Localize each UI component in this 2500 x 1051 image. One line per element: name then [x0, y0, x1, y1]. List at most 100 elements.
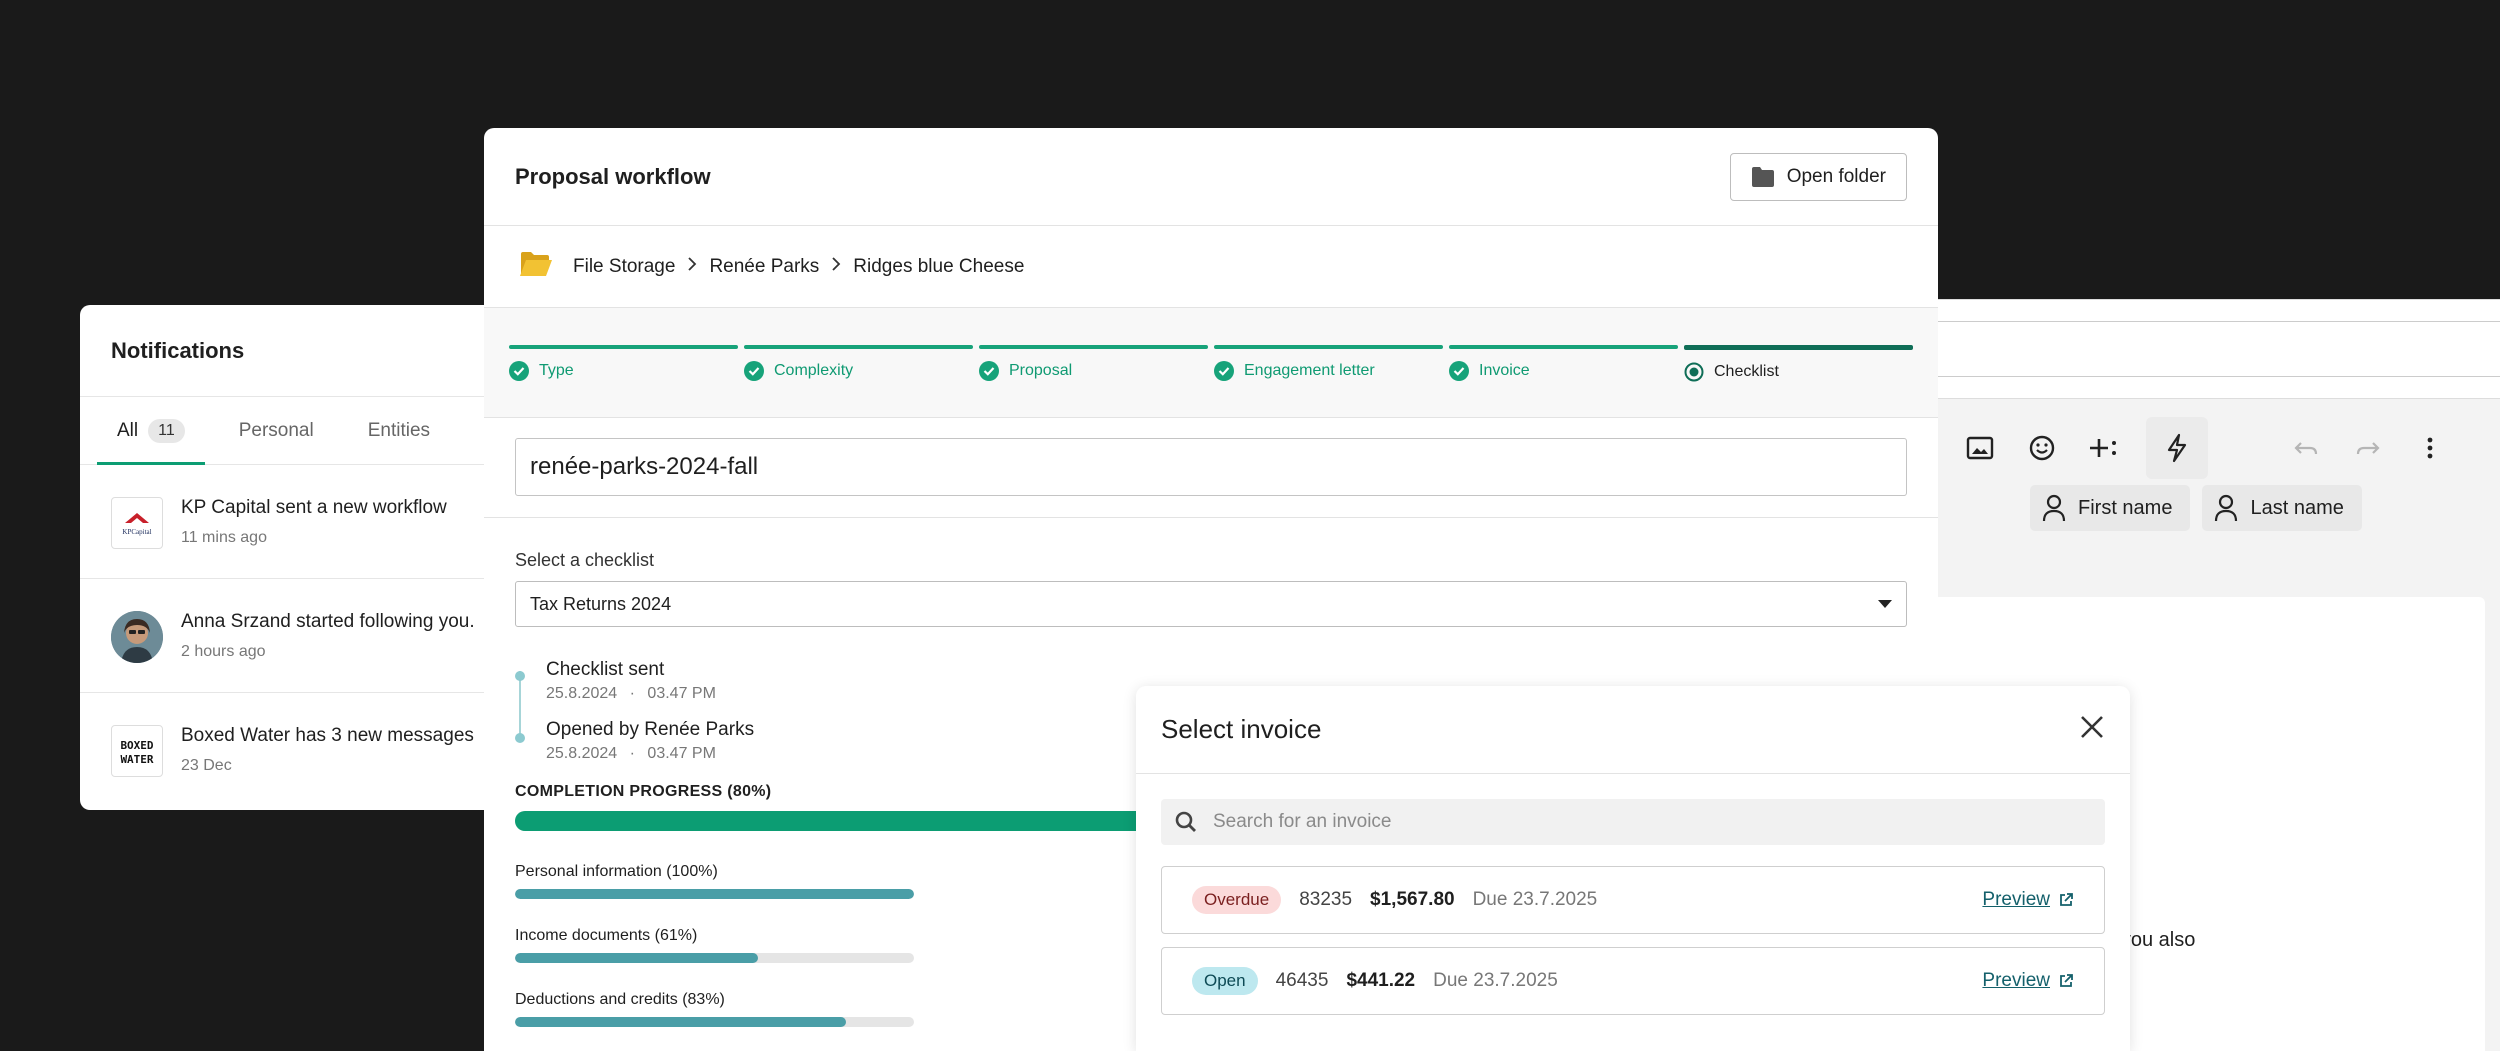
checklist-select-value: Tax Returns 2024: [530, 593, 672, 614]
notification-item[interactable]: BOXED WATER Boxed Water has 3 new messag…: [80, 693, 520, 807]
step-label: Checklist: [1714, 363, 1779, 380]
invoice-due-date: Due 23.7.2025: [1472, 889, 1598, 910]
kp-logo-text: KPCapital: [122, 528, 151, 536]
chevron-right-icon: [831, 256, 841, 278]
notification-item[interactable]: Anna Srzand started following you. 2 hou…: [80, 579, 520, 693]
workflow-step[interactable]: Complexity: [744, 345, 973, 417]
step-label-row: Engagement letter: [1214, 361, 1443, 381]
notification-title: Anna Srzand started following you.: [181, 611, 475, 632]
person-icon: [2215, 494, 2238, 522]
status-badge: Overdue: [1192, 886, 1282, 914]
section-progress-bar: [515, 953, 914, 963]
invoice-amount: $441.22: [1346, 970, 1416, 991]
breadcrumb-item[interactable]: File Storage: [573, 256, 675, 278]
workflow-step[interactable]: Type: [509, 345, 738, 417]
tab-entities[interactable]: Entities: [368, 397, 430, 464]
section-progress-bar: [515, 889, 914, 899]
insert-field-icon[interactable]: [2084, 428, 2124, 468]
notification-title: Boxed Water has 3 new messages: [181, 725, 474, 746]
notification-time: 2 hours ago: [181, 643, 266, 660]
invoice-number: 46435: [1275, 970, 1329, 991]
chip-first-name-label: First name: [2078, 496, 2173, 519]
tab-all[interactable]: All 11: [97, 397, 205, 465]
editor-toolbar: [1930, 399, 2500, 497]
notification-title: KP Capital sent a new workflow: [181, 497, 447, 518]
current-step-icon: [1684, 362, 1704, 382]
preview-link[interactable]: Preview: [1982, 970, 2074, 992]
section-progress-bar: [515, 1017, 914, 1027]
workflow-step[interactable]: Checklist: [1684, 345, 1913, 417]
notification-time: 11 mins ago: [181, 529, 267, 546]
timeline-date: 25.8.2024: [546, 745, 618, 762]
workflow-step[interactable]: Proposal: [979, 345, 1208, 417]
select-invoice-dialog: Select invoice Search for an invoice Ove…: [1136, 686, 2130, 1051]
boxed-logo-line1: BOXED: [120, 739, 153, 752]
more-options-icon[interactable]: [2410, 428, 2450, 468]
editor-subject-input[interactable]: [1930, 321, 2500, 377]
close-icon[interactable]: [2079, 714, 2105, 745]
timeline-date: 25.8.2024: [546, 685, 618, 702]
invoice-row[interactable]: Open 46435 $441.22 Due 23.7.2025 Preview: [1161, 947, 2105, 1015]
timeline-time: 03.47 PM: [647, 745, 716, 762]
modal-header: Proposal workflow Open folder: [484, 128, 1938, 226]
workflow-step[interactable]: Invoice: [1449, 345, 1678, 417]
timeline-dot: [515, 671, 525, 681]
notification-time: 23 Dec: [181, 757, 232, 774]
check-circle-icon: [1449, 361, 1469, 381]
caret-down-icon: [1878, 600, 1892, 608]
invoice-row[interactable]: Overdue 83235 $1,567.80 Due 23.7.2025 Previe…: [1161, 866, 2105, 934]
breadcrumb-item[interactable]: Renée Parks: [709, 256, 819, 278]
image-icon[interactable]: [1960, 428, 2000, 468]
section-progress-fill: [515, 889, 914, 899]
tab-all-label: All: [117, 419, 139, 441]
checklist-select-label: Select a checklist: [515, 550, 655, 570]
breadcrumb: File Storage Renée Parks Ridges blue Che…: [484, 226, 1938, 308]
undo-icon[interactable]: [2286, 428, 2326, 468]
emoji-icon[interactable]: [2022, 428, 2062, 468]
step-label: Invoice: [1479, 362, 1530, 379]
step-bar: [509, 345, 738, 349]
invoice-search-input[interactable]: Search for an invoice: [1161, 799, 2105, 845]
step-bar: [1449, 345, 1678, 349]
boxed-logo-line2: WATER: [120, 753, 153, 766]
dialog-title: Select invoice: [1161, 714, 1322, 744]
external-link-icon: [2060, 893, 2073, 906]
step-label-row: Complexity: [744, 361, 973, 381]
invoice-search-placeholder: Search for an invoice: [1213, 811, 1392, 832]
timeline-dot: [515, 733, 525, 743]
chevron-right-icon: [687, 256, 697, 278]
external-link-icon: [2060, 974, 2073, 987]
notifications-panel: Notifications All 11 Personal Entities K…: [80, 305, 520, 810]
step-bar: [979, 345, 1208, 349]
dialog-header: Select invoice: [1136, 686, 2130, 774]
open-folder-icon: [519, 250, 553, 284]
step-label: Engagement letter: [1244, 362, 1375, 379]
step-label: Proposal: [1009, 362, 1073, 379]
search-icon: [1175, 811, 1196, 832]
lightning-icon[interactable]: [2146, 417, 2208, 479]
invoice-due-date: Due 23.7.2025: [1433, 970, 1558, 991]
workflow-name-section: [484, 418, 1938, 518]
workflow-name-input[interactable]: [515, 438, 1907, 496]
status-badge: Open: [1192, 967, 1258, 995]
check-circle-icon: [509, 361, 529, 381]
preview-link[interactable]: Preview: [1982, 889, 2074, 911]
checklist-select[interactable]: Tax Returns 2024: [515, 581, 1907, 627]
redo-icon[interactable]: [2348, 428, 2388, 468]
step-label: Type: [539, 362, 574, 379]
timeline-title: Checklist sent: [546, 659, 665, 680]
invoice-number: 83235: [1299, 889, 1353, 910]
tab-personal[interactable]: Personal: [239, 397, 314, 464]
breadcrumb-item[interactable]: Ridges blue Cheese: [853, 256, 1024, 278]
preview-label: Preview: [1982, 889, 2050, 910]
open-folder-label: Open folder: [1786, 165, 1886, 187]
notifications-title: Notifications: [80, 305, 520, 397]
folder-icon: [1751, 166, 1774, 187]
step-bar: [1684, 345, 1913, 350]
chip-last-name-label: Last name: [2250, 496, 2344, 519]
open-folder-button[interactable]: Open folder: [1729, 152, 1907, 201]
workflow-step[interactable]: Engagement letter: [1214, 345, 1443, 417]
notification-item[interactable]: KPCapital KP Capital sent a new workflow…: [80, 465, 520, 579]
invoice-amount: $1,567.80: [1370, 889, 1455, 910]
step-label: Complexity: [774, 362, 854, 379]
